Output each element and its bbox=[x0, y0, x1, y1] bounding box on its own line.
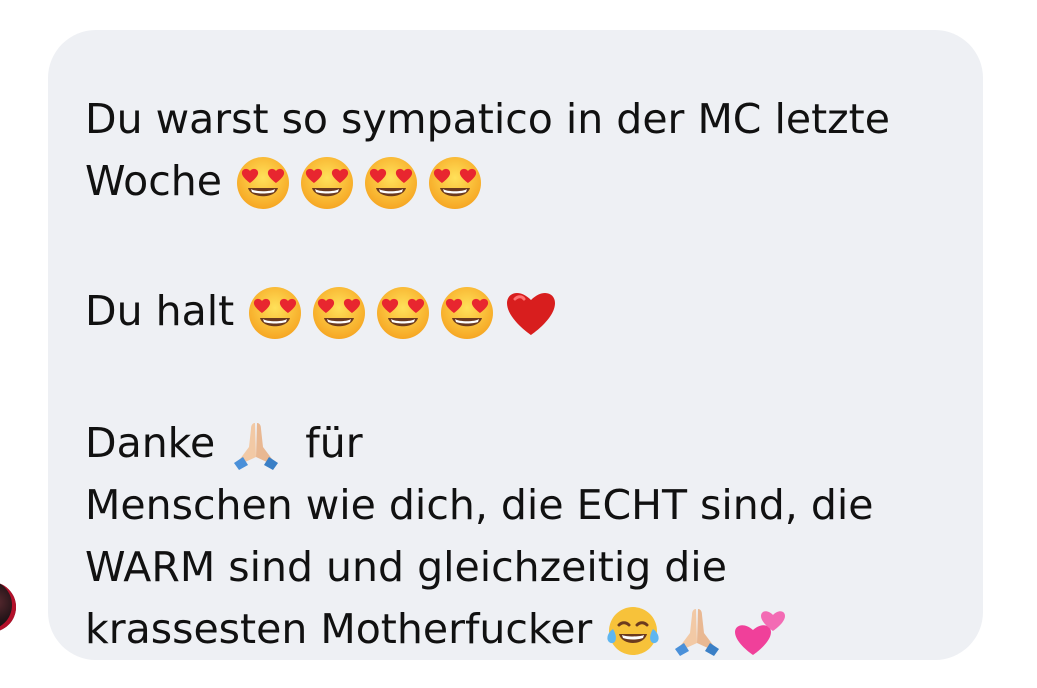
message-line-7: krassesten Motherfucker bbox=[85, 598, 953, 660]
heart-eyes-emoji bbox=[375, 285, 431, 341]
heart-eyes-emoji bbox=[439, 285, 495, 341]
message-text: Du warst so sympatico in der MC letzte bbox=[85, 95, 890, 143]
heart-eyes-emoji bbox=[247, 285, 303, 341]
message-text: Woche bbox=[85, 157, 222, 205]
message-bubble[interactable]: Du warst so sympatico in der MC letzte W… bbox=[48, 30, 983, 660]
heart-eyes-emoji bbox=[235, 155, 291, 211]
message-line-5: Menschen wie dich, die ECHT sind, die bbox=[85, 474, 953, 536]
message-text: Du halt bbox=[85, 287, 235, 335]
emoji-group bbox=[605, 601, 797, 663]
emoji-group bbox=[235, 153, 491, 215]
message-text: für bbox=[305, 419, 363, 467]
message-text: Menschen wie dich, die ECHT sind, die bbox=[85, 481, 874, 529]
emoji-group bbox=[247, 283, 567, 345]
two-hearts-emoji bbox=[733, 603, 789, 659]
tears-of-joy-emoji bbox=[605, 603, 661, 659]
message-line-4: Danke für bbox=[85, 412, 953, 474]
heart-eyes-emoji bbox=[363, 155, 419, 211]
emoji-group bbox=[228, 415, 292, 477]
heart-eyes-emoji bbox=[427, 155, 483, 211]
heart-eyes-emoji bbox=[311, 285, 367, 341]
folded-hands-emoji bbox=[669, 603, 725, 659]
message-line-1: Du warst so sympatico in der MC letzte bbox=[85, 88, 953, 150]
message-line-2: Woche bbox=[85, 150, 953, 212]
message-line-3: Du halt bbox=[85, 280, 953, 342]
sender-avatar[interactable] bbox=[0, 582, 16, 632]
message-line-6: WARM sind und gleichzeitig die bbox=[85, 536, 953, 598]
message-text: krassesten Motherfucker bbox=[85, 605, 593, 653]
heart-eyes-emoji bbox=[299, 155, 355, 211]
message-text: Danke bbox=[85, 419, 216, 467]
message-text: WARM sind und gleichzeitig die bbox=[85, 543, 727, 591]
red-heart-emoji bbox=[503, 285, 559, 341]
folded-hands-emoji bbox=[228, 417, 284, 473]
